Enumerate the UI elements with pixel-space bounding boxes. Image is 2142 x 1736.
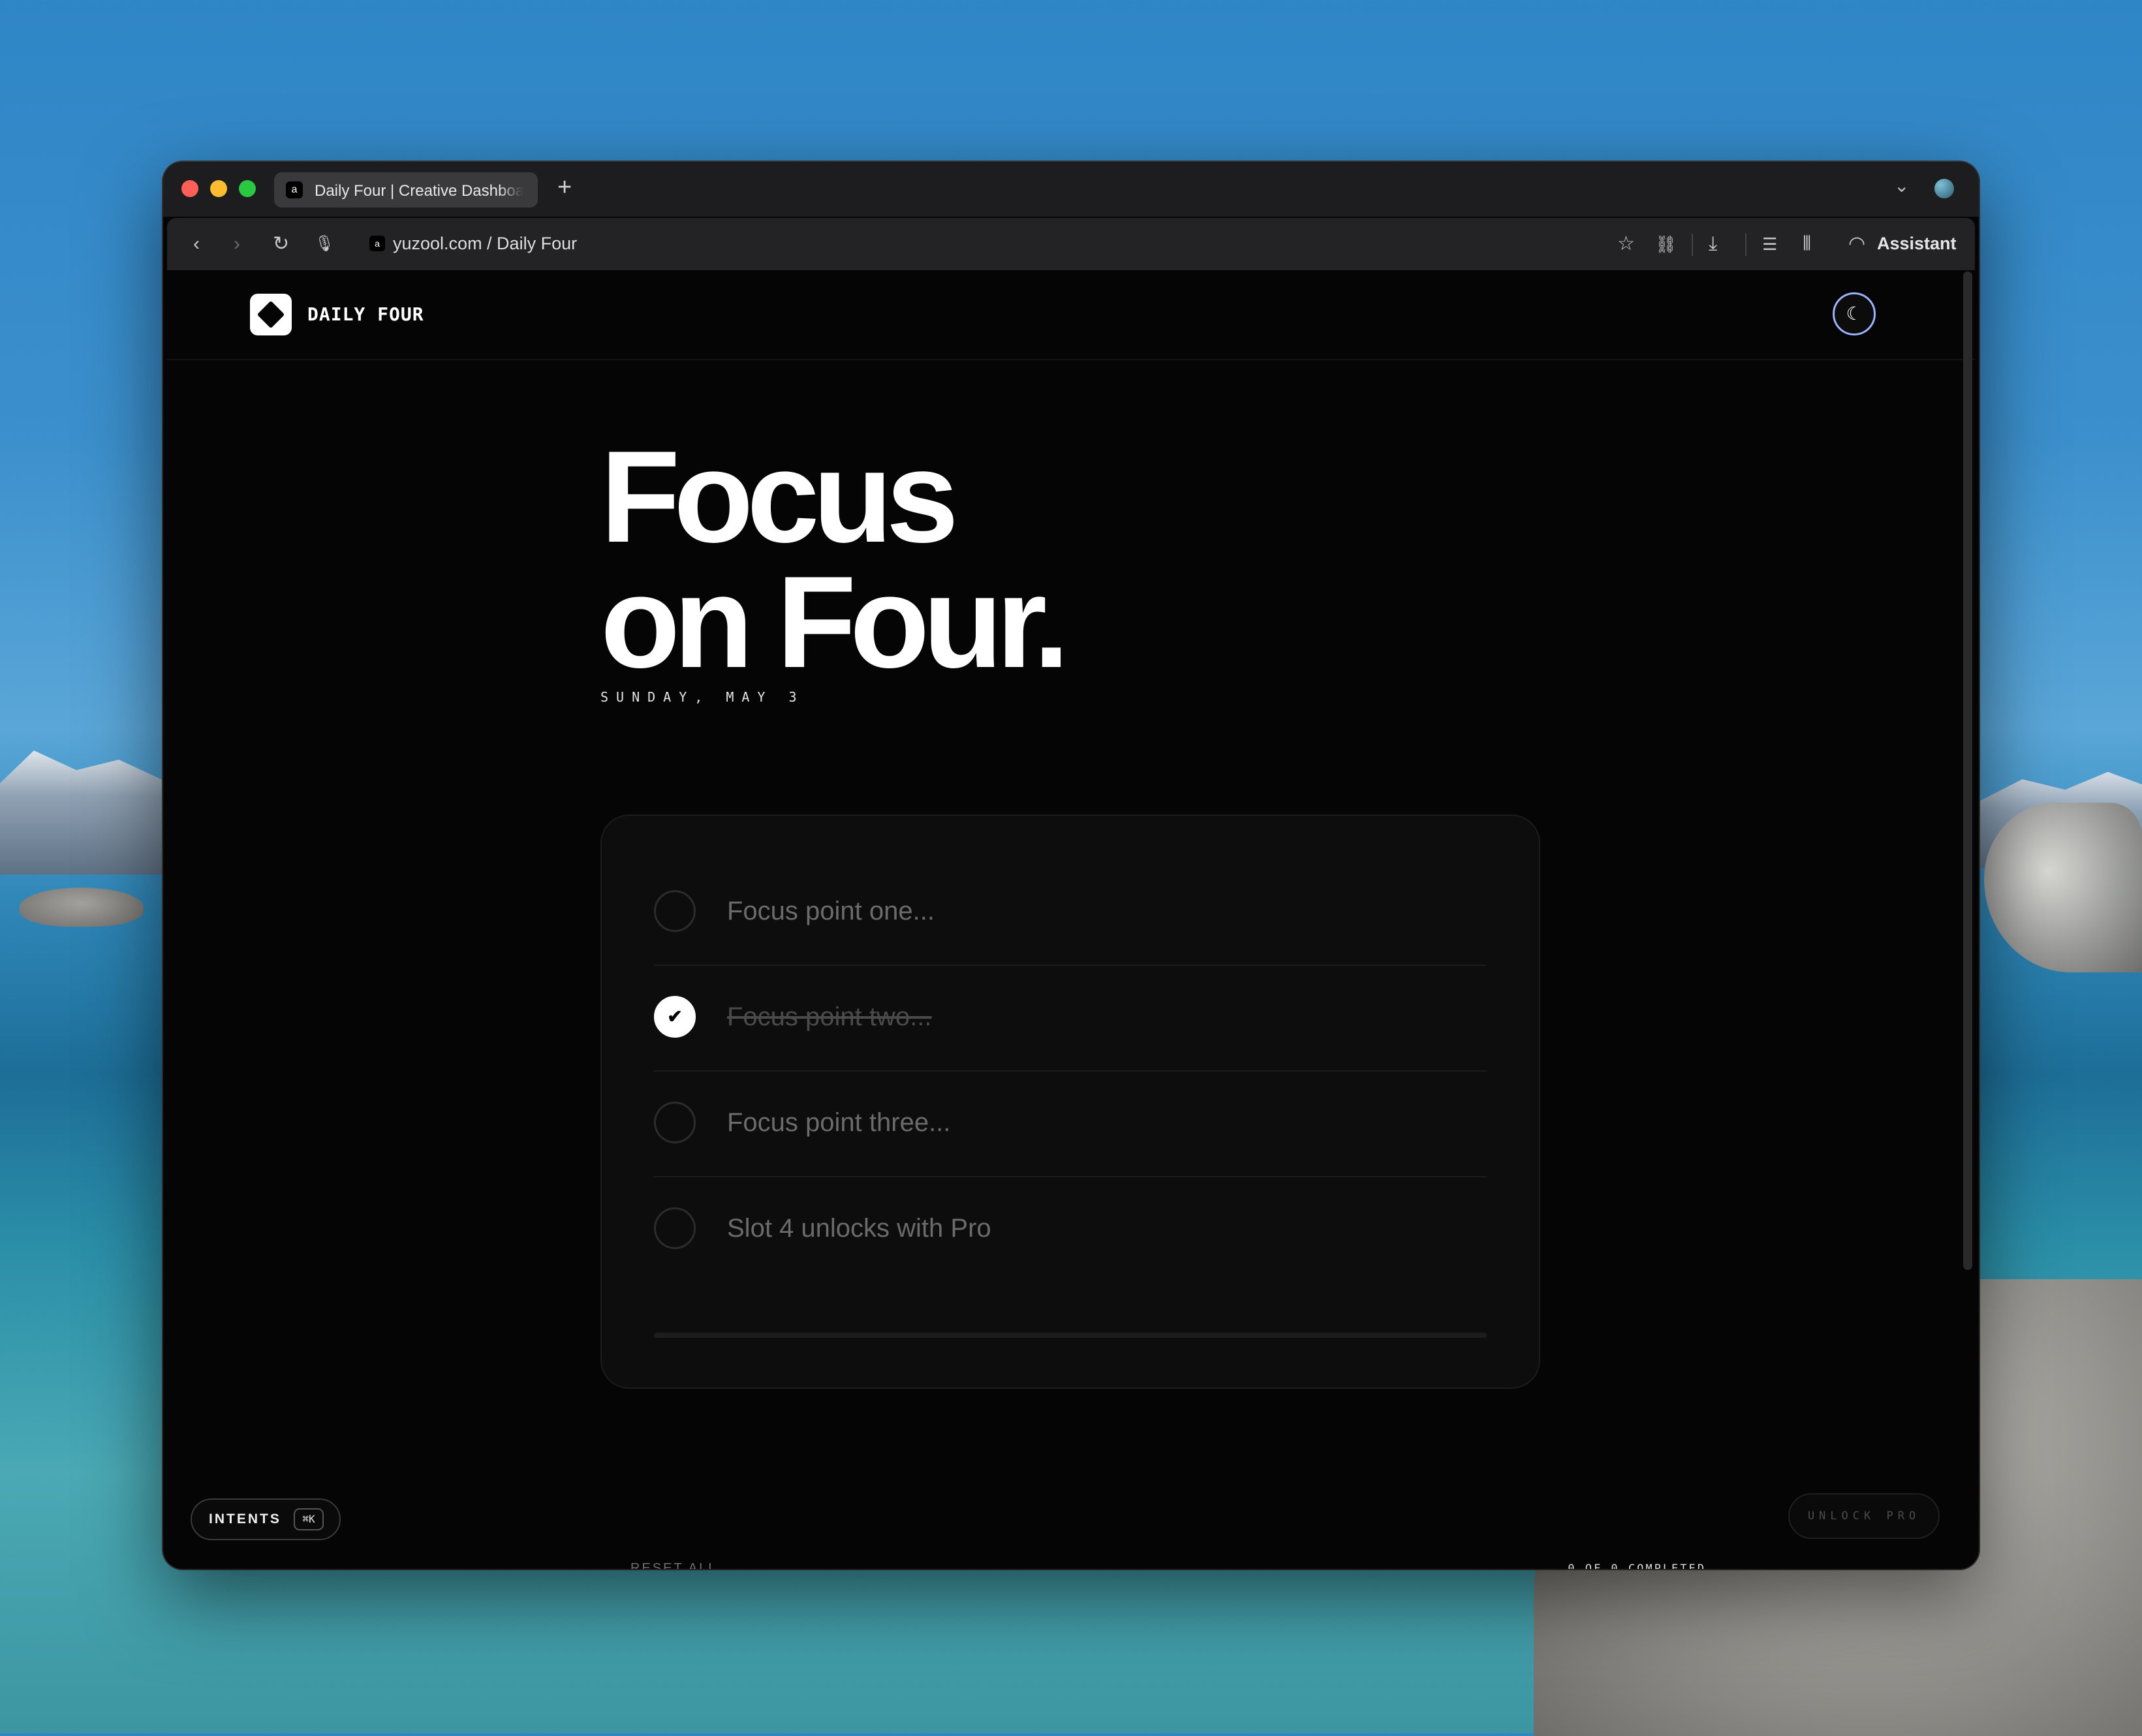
tab-favicon-icon: a [286, 181, 303, 198]
browser-window: a Daily Four | Creative Dashboard + ⌄ ‹ … [163, 162, 1979, 1569]
back-icon[interactable]: ‹ [193, 232, 200, 256]
diamond-icon [256, 300, 285, 329]
page-title-line2: on Four. [600, 550, 1070, 695]
close-window-button[interactable] [181, 180, 198, 197]
intents-button[interactable]: INTENTS ⌘K [191, 1498, 341, 1540]
title-bar: a Daily Four | Creative Dashboard + ⌄ [163, 162, 1979, 217]
copy-link-icon[interactable]: ⛓ [1655, 232, 1677, 256]
task-checkbox[interactable]: ✔ [654, 996, 696, 1038]
site-favicon-icon: a [369, 236, 385, 251]
list-item-locked: Slot 4 unlocks with Pro [654, 1176, 1487, 1282]
task-input[interactable]: Focus point one... [727, 897, 935, 926]
background-mountains-left [0, 751, 170, 875]
bookmark-star-icon[interactable]: ☆ [1617, 232, 1635, 256]
app-logo[interactable] [250, 294, 292, 335]
background-rock-right [1984, 803, 2142, 972]
minimize-window-button[interactable] [210, 180, 227, 197]
task-checkbox [654, 1207, 696, 1249]
assistant-button[interactable]: Assistant [1877, 234, 1957, 254]
app-page: DAILY FOUR ☾ Focus on Four. SUNDAY, MAY … [167, 271, 1975, 1569]
download-icon[interactable]: ⤓ [1709, 232, 1717, 256]
check-icon: ✔ [667, 1006, 683, 1027]
locked-slot-label: Slot 4 unlocks with Pro [727, 1214, 991, 1243]
new-tab-button[interactable]: + [557, 171, 572, 204]
reader-icon[interactable]: ☰ [1762, 232, 1777, 256]
toolbar-divider [1692, 234, 1693, 256]
list-item: ✔ Focus point two... [654, 965, 1487, 1072]
assistant-icon[interactable]: ◠ [1848, 232, 1865, 256]
task-checkbox[interactable] [654, 890, 696, 932]
profile-avatar[interactable] [1934, 179, 1954, 198]
brand-name: DAILY FOUR [307, 303, 424, 325]
address-bar[interactable]: yuzool.com / Daily Four [393, 234, 577, 254]
reload-icon[interactable]: ↻ [273, 232, 289, 256]
app-header: DAILY FOUR ☾ [167, 271, 1975, 360]
task-input[interactable]: Focus point three... [727, 1108, 950, 1138]
voice-waveform-icon[interactable]: ⦀ [1803, 232, 1811, 256]
shortcut-badge: ⌘K [294, 1508, 324, 1530]
toolbar-divider [1745, 234, 1746, 256]
chevron-down-icon[interactable]: ⌄ [1894, 175, 1909, 196]
reset-all-button[interactable]: RESET ALL [630, 1561, 717, 1569]
browser-toolbar: ‹ › ↻ 🎙 a yuzool.com / Daily Four ☆ ⛓ ⤓ … [167, 218, 1975, 270]
progress-bar [654, 1333, 1487, 1338]
page-title-line1: Focus [600, 424, 959, 570]
microphone-icon[interactable]: 🎙 [315, 232, 334, 256]
intents-label: INTENTS [209, 1511, 281, 1527]
list-item: Focus point one... [654, 859, 1487, 966]
date-label: SUNDAY, MAY 3 [600, 689, 805, 705]
background-rock-left [20, 888, 144, 927]
theme-toggle-button[interactable]: ☾ [1833, 292, 1876, 335]
tab-title: Daily Four | Creative Dashboard [315, 182, 523, 200]
list-item: Focus point three... [654, 1070, 1487, 1177]
tab-daily-four[interactable]: a Daily Four | Creative Dashboard [274, 172, 538, 208]
moon-icon: ☾ [1846, 303, 1863, 324]
zoom-window-button[interactable] [239, 180, 256, 197]
page-scrollbar[interactable] [1963, 271, 1972, 1270]
task-input[interactable]: Focus point two... [727, 1002, 931, 1032]
task-checkbox[interactable] [654, 1102, 696, 1143]
focus-list-card: Focus point one... ✔ Focus point two... … [600, 814, 1540, 1389]
completed-count: 0 OF 0 COMPLETED [1568, 1562, 1706, 1569]
forward-icon[interactable]: › [234, 232, 240, 256]
page-title: Focus on Four. [600, 424, 1070, 695]
unlock-pro-button[interactable]: UNLOCK PRO [1788, 1493, 1940, 1539]
